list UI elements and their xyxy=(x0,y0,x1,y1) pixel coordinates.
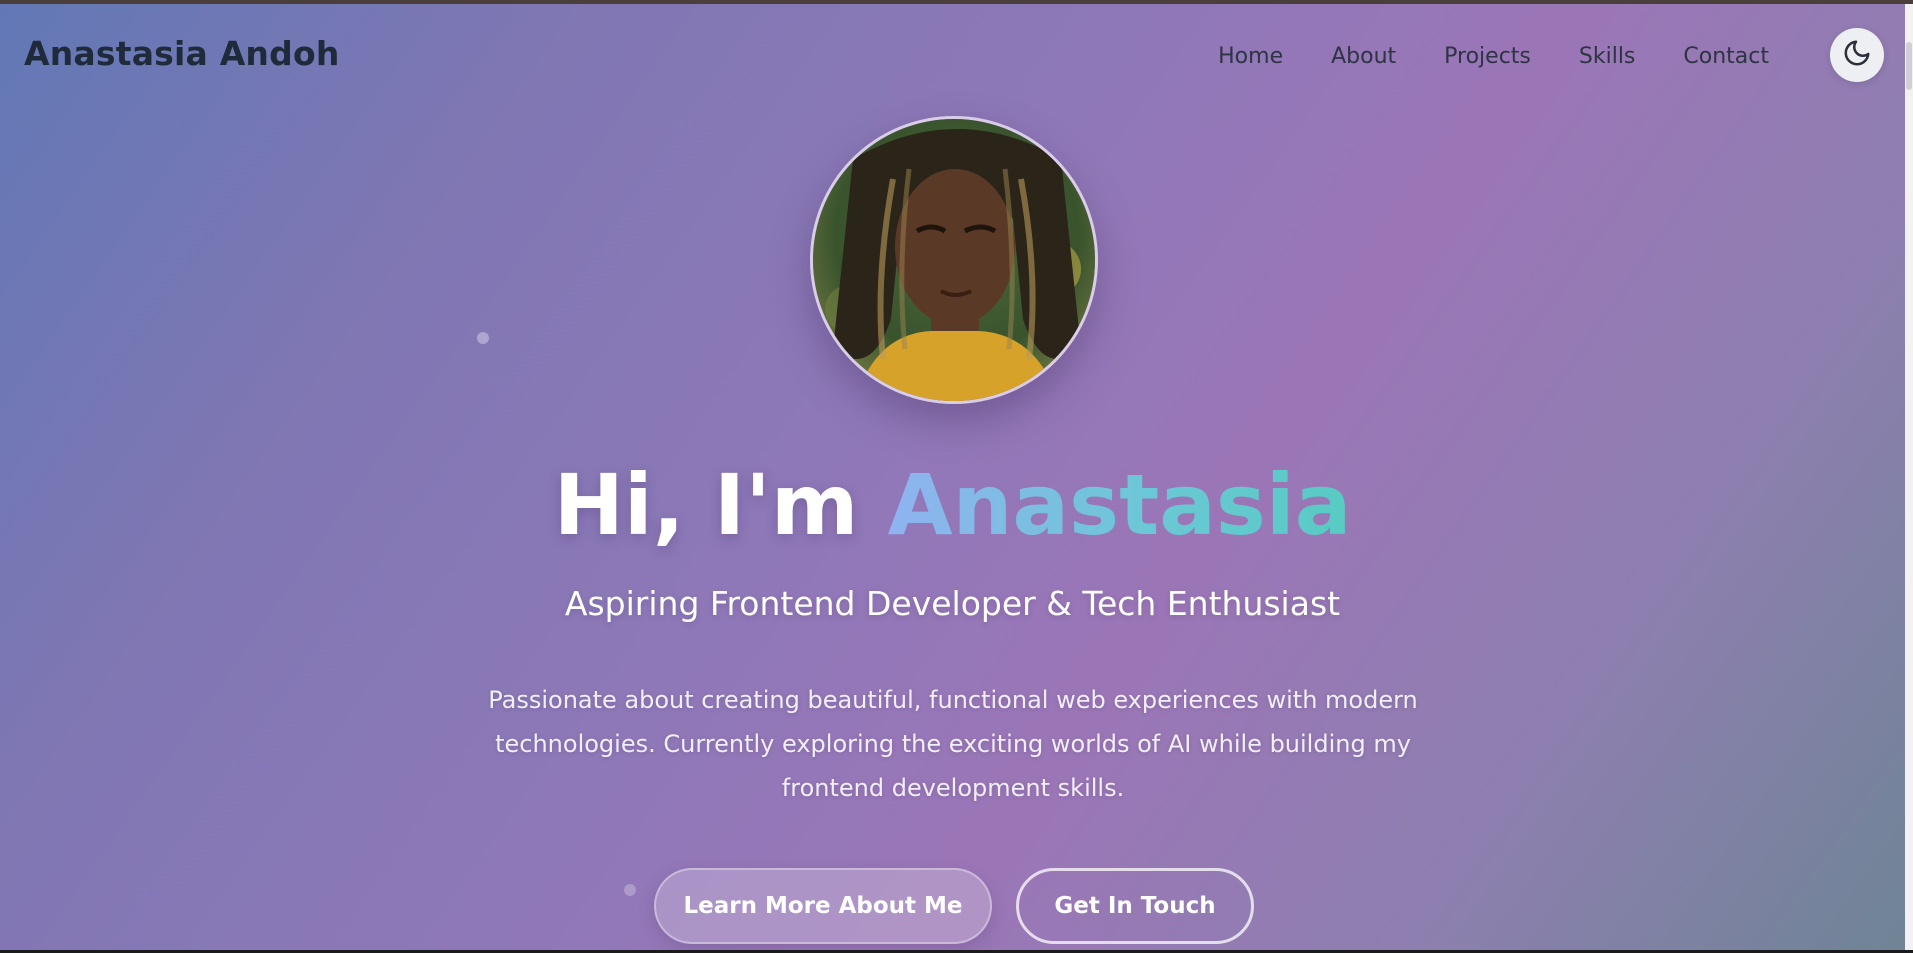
moon-icon xyxy=(1842,38,1872,72)
decorative-dot xyxy=(624,884,636,896)
navbar: Anastasia Andoh Home About Projects Skil… xyxy=(0,4,1905,114)
nav-about[interactable]: About xyxy=(1331,44,1396,69)
hero-subtitle: Aspiring Frontend Developer & Tech Enthu… xyxy=(564,584,1341,623)
nav-contact[interactable]: Contact xyxy=(1683,44,1769,69)
theme-toggle-button[interactable] xyxy=(1830,28,1884,82)
page-viewport: Anastasia Andoh Home About Projects Skil… xyxy=(0,4,1905,950)
nav-home[interactable]: Home xyxy=(1218,44,1283,69)
learn-more-button[interactable]: Learn More About Me xyxy=(654,868,992,944)
nav-skills[interactable]: Skills xyxy=(1579,44,1636,69)
hero-title: Hi, I'm Anastasia xyxy=(0,456,1905,554)
scrollbar[interactable] xyxy=(1905,4,1913,950)
hero-description: Passionate about creating beautiful, fun… xyxy=(488,686,1418,802)
hero-name: Anastasia xyxy=(887,456,1352,554)
nav-projects[interactable]: Projects xyxy=(1444,44,1531,69)
profile-photo xyxy=(810,116,1098,404)
scrollbar-thumb[interactable] xyxy=(1906,42,1912,90)
brand-logo[interactable]: Anastasia Andoh xyxy=(24,34,340,73)
get-in-touch-button[interactable]: Get In Touch xyxy=(1016,868,1254,944)
decorative-dot xyxy=(477,332,489,344)
hero-greeting: Hi, I'm xyxy=(553,456,859,554)
nav-links: Home About Projects Skills Contact xyxy=(1218,44,1769,69)
